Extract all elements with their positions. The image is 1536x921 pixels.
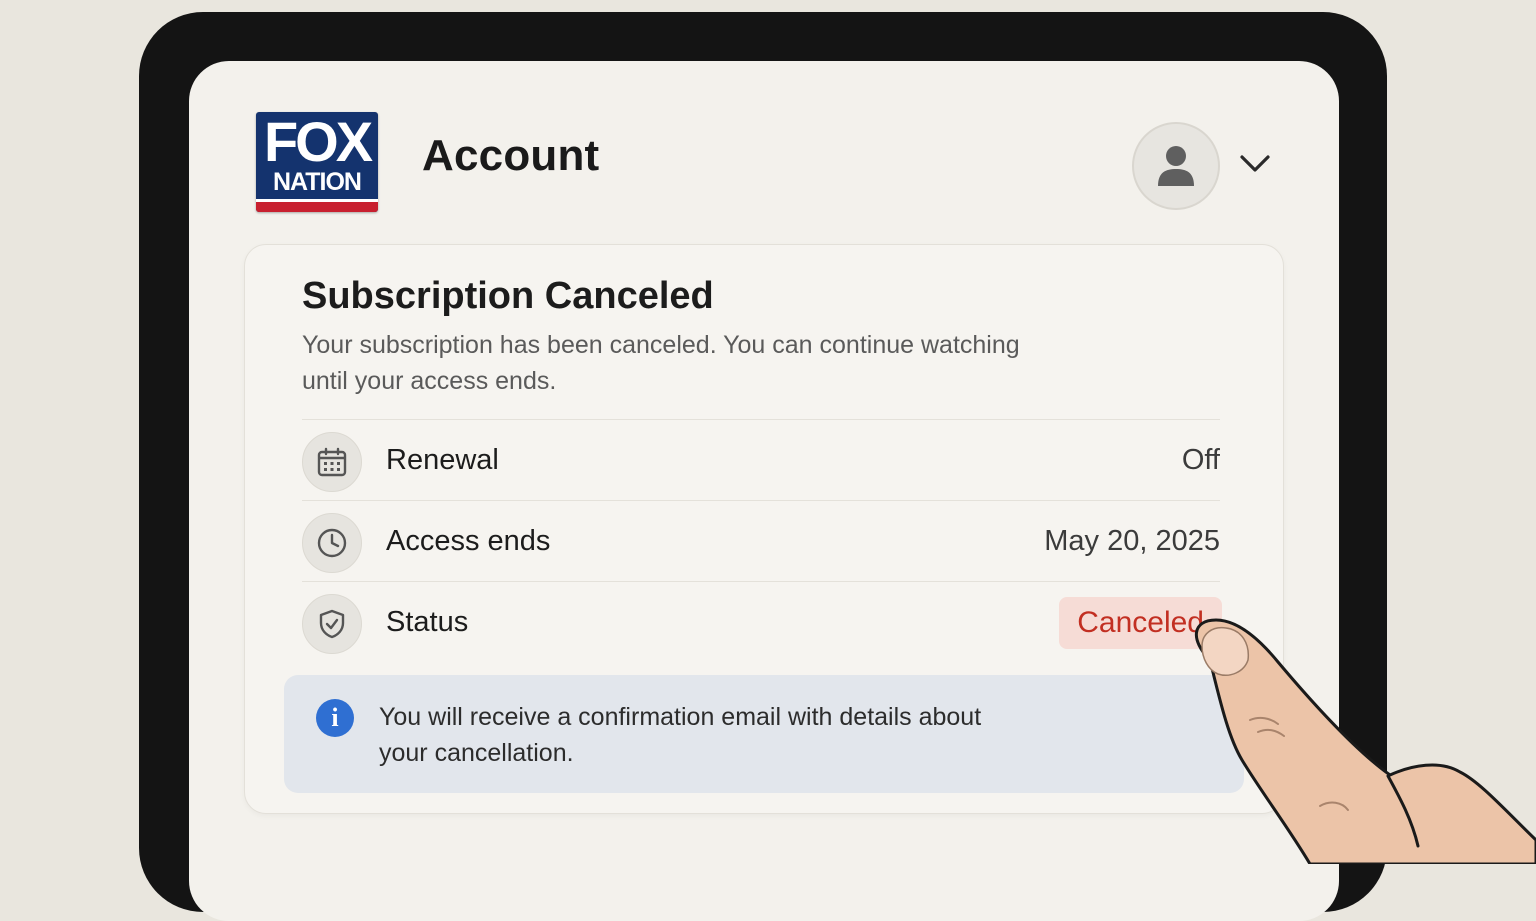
clock-icon	[317, 528, 347, 558]
page-title: Account	[422, 131, 600, 180]
confirmation-notice: i You will receive a confirmation email …	[284, 675, 1244, 793]
shield-check-icon	[319, 609, 345, 639]
subscription-card: Subscription Canceled Your subscription …	[244, 244, 1284, 814]
access-ends-label: Access ends	[386, 525, 551, 557]
renewal-value: Off	[1181, 444, 1220, 476]
row-access-ends: Access ends May 20, 2025	[302, 500, 1220, 581]
access-ends-icon-circle	[302, 513, 362, 573]
card-title: Subscription Canceled	[302, 275, 714, 317]
logo-text-fox: FOX	[263, 112, 373, 173]
renewal-icon-circle	[302, 432, 362, 492]
user-icon	[1158, 146, 1194, 186]
fox-nation-logo[interactable]: FOX NATION	[256, 112, 378, 212]
row-renewal: Renewal Off	[302, 419, 1220, 500]
row-status: Status Canceled	[302, 581, 1222, 662]
avatar-button[interactable]	[1132, 122, 1220, 210]
card-description: Your subscription has been canceled. You…	[302, 331, 1020, 395]
chevron-down-icon[interactable]	[1239, 153, 1271, 175]
logo-stripe-red	[256, 202, 378, 212]
status-icon-circle	[302, 594, 362, 654]
renewal-label: Renewal	[386, 444, 499, 476]
logo-text-nation: NATION	[273, 168, 362, 196]
status-label: Status	[386, 606, 469, 638]
pointing-finger-illustration	[1194, 618, 1536, 864]
notice-text: You will receive a confirmation email wi…	[379, 703, 982, 767]
calendar-icon	[317, 447, 347, 477]
info-icon: i	[316, 699, 354, 737]
access-ends-value: May 20, 2025	[1044, 525, 1220, 557]
